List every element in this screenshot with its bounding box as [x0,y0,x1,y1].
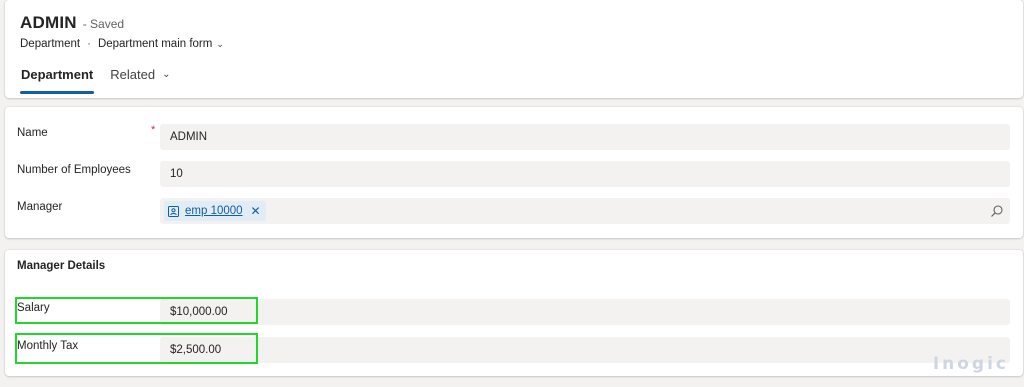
manager-field-row: Manager emp 10000 ✕ [5,198,1023,224]
employees-field-row: Number of Employees 10 [5,161,1023,187]
form-subtitle: Department · Department main form ⌄ [20,38,224,50]
remove-icon[interactable]: ✕ [251,204,261,218]
employees-label: Number of Employees [17,164,131,176]
title-row: ADMIN - Saved [20,13,124,33]
employees-input[interactable]: 10 [160,161,1010,187]
salary-field-row: Salary $10,000.00 [5,299,1023,325]
section-title: Manager Details [17,260,106,272]
form-name: Department main form [97,38,213,50]
monthly-tax-value: $2,500.00 [170,344,222,356]
monthly-tax-field-row: Monthly Tax $2,500.00 [5,337,1023,363]
required-indicator: * [151,124,156,136]
tab-label: Department [21,67,94,82]
search-icon[interactable] [990,204,1004,218]
general-section: Name * ADMIN Number of Employees 10 Mana… [5,107,1023,238]
record-title: ADMIN [20,13,77,32]
tab-list: Department Related ⌄ [20,64,186,94]
manager-details-section: Manager Details Salary $10,000.00 Monthl… [5,250,1023,376]
tab-related[interactable]: Related ⌄ [109,64,171,94]
name-input[interactable]: ADMIN [160,124,1010,150]
name-value: ADMIN [170,131,208,143]
chevron-down-icon: ⌄ [216,38,224,49]
manager-lookup[interactable]: emp 10000 ✕ [160,198,1010,224]
name-field-row: Name * ADMIN [5,124,1023,150]
name-label: Name [17,127,48,139]
salary-value: $10,000.00 [170,306,228,318]
tab-label: Related [110,67,156,82]
salary-input[interactable]: $10,000.00 [160,299,1010,325]
form-header: ADMIN - Saved Department · Department ma… [5,0,1023,98]
contact-card-icon [168,205,179,217]
watermark-logo: Inogic [932,354,1009,374]
entity-name: Department [20,38,81,50]
monthly-tax-input[interactable]: $2,500.00 [160,337,1010,363]
manager-link[interactable]: emp 10000 [185,205,243,217]
saved-status: - Saved [82,17,125,31]
salary-label: Salary [17,302,50,314]
subtitle-separator: · [87,38,91,50]
tab-department[interactable]: Department [20,64,95,94]
monthly-tax-label: Monthly Tax [17,340,79,352]
form-selector[interactable]: Department main form ⌄ [98,38,224,50]
chevron-down-icon: ⌄ [162,69,171,80]
manager-label: Manager [17,201,63,213]
employees-value: 10 [170,168,183,180]
manager-lookup-chip: emp 10000 ✕ [164,201,266,221]
